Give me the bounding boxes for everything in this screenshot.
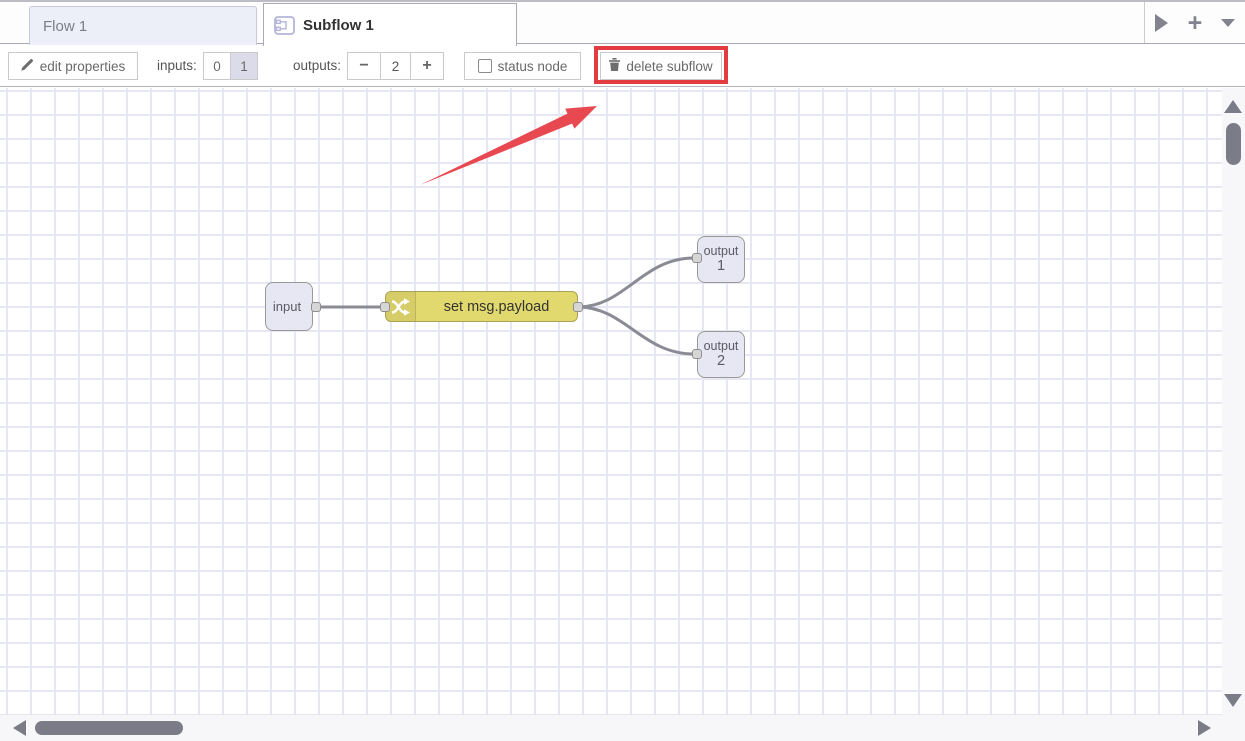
shuffle-arrows-icon (386, 292, 416, 321)
port-input-out[interactable] (311, 302, 321, 312)
node-output-number: 2 (717, 353, 725, 369)
node-label: output (704, 244, 739, 258)
outputs-spinner: − 2 + (347, 52, 444, 80)
scroll-down-button[interactable] (1224, 694, 1242, 707)
node-subflow-input[interactable]: input (265, 282, 313, 331)
subflow-icon (274, 16, 295, 35)
tab-label: Subflow 1 (303, 17, 374, 34)
node-subflow-output-2[interactable]: output 2 (697, 331, 745, 378)
tab-list-menu-button[interactable] (1214, 8, 1242, 38)
node-red-editor: Flow 1 Subflow 1 + (0, 0, 1245, 741)
node-label: input (273, 299, 301, 314)
outputs-increase-button[interactable]: + (411, 52, 444, 80)
scroll-up-button[interactable] (1224, 100, 1242, 113)
wire-change-to-output-1[interactable] (578, 258, 694, 307)
pencil-icon (21, 58, 34, 74)
delete-subflow-button[interactable]: delete subflow (600, 52, 722, 80)
plus-icon: + (1188, 10, 1203, 36)
edit-properties-button[interactable]: edit properties (8, 52, 138, 80)
next-tab-button[interactable] (1148, 8, 1176, 38)
wire-change-to-output-2[interactable] (578, 307, 694, 354)
scroll-right-button[interactable] (1198, 720, 1211, 736)
port-output-1-in[interactable] (692, 253, 702, 263)
outputs-label: outputs: (293, 58, 341, 73)
wire-layer (0, 88, 1222, 715)
status-node-button[interactable]: status node (464, 52, 581, 80)
next-tab-icon (1155, 14, 1168, 32)
tab-label: Flow 1 (43, 18, 87, 35)
inputs-option-0-button[interactable]: 0 (204, 53, 230, 79)
chevron-down-icon (1221, 19, 1235, 27)
node-output-number: 1 (717, 258, 725, 274)
outputs-decrease-button[interactable]: − (347, 52, 380, 80)
outputs-value[interactable]: 2 (380, 52, 411, 80)
delete-subflow-label: delete subflow (626, 59, 712, 74)
tab-subflow-1[interactable]: Subflow 1 (263, 3, 517, 46)
node-set-msg-payload[interactable]: set msg.payload (385, 291, 578, 322)
add-flow-button[interactable]: + (1181, 8, 1209, 38)
node-label: set msg.payload (416, 299, 577, 315)
port-change-in[interactable] (380, 302, 390, 312)
inputs-option-1-button[interactable]: 1 (230, 53, 257, 79)
trash-icon (609, 58, 620, 74)
status-node-label: status node (498, 59, 568, 74)
subflow-toolbar: edit properties inputs: 0 1 outputs: − 2… (0, 45, 1245, 87)
scroll-left-button[interactable] (13, 720, 26, 736)
vertical-scroll-thumb[interactable] (1226, 123, 1241, 165)
inputs-label: inputs: (157, 58, 197, 73)
flow-canvas[interactable]: input set msg.payload output 1 output 2 (0, 88, 1222, 715)
inputs-toggle-group: 0 1 (203, 52, 258, 80)
tab-flow-1[interactable]: Flow 1 (29, 6, 257, 45)
port-change-out[interactable] (573, 302, 583, 312)
horizontal-scroll-thumb[interactable] (35, 721, 183, 735)
vertical-scrollbar[interactable] (1222, 88, 1245, 715)
tab-controls: + (1144, 2, 1245, 43)
edit-properties-label: edit properties (40, 59, 126, 74)
horizontal-scrollbar[interactable] (0, 715, 1245, 741)
status-node-checkbox[interactable] (478, 59, 492, 73)
node-label: output (704, 339, 739, 353)
tab-bar: Flow 1 Subflow 1 + (0, 0, 1245, 44)
node-subflow-output-1[interactable]: output 1 (697, 236, 745, 283)
port-output-2-in[interactable] (692, 349, 702, 359)
